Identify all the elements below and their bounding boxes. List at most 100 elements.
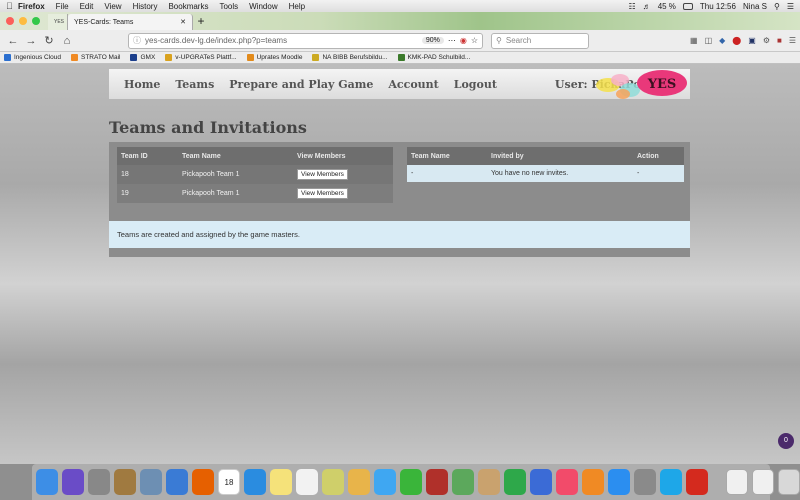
bookmark-item[interactable]: NA BIBB Berufsbildu... [312,54,388,61]
chat-badge[interactable]: 0 [778,433,794,449]
volume-icon[interactable]: ♬ [643,2,651,11]
trash-icon[interactable] [778,469,800,495]
clock[interactable]: Thu 12:56 [700,2,736,11]
back-icon[interactable]: ← [4,35,22,47]
url-bar[interactable]: ⓘ yes-cards.dev-lg.de/index.php?p=teams … [128,32,483,49]
app-store-icon[interactable] [608,469,630,495]
library-icon[interactable]: ▦ [690,36,698,45]
siri-icon[interactable] [62,469,84,495]
tab-close-icon[interactable]: ✕ [180,18,186,26]
zoom-window-icon[interactable] [32,17,40,25]
menu-history[interactable]: History [133,2,158,11]
bookmark-item[interactable]: STRATO Mail [70,54,120,61]
nav-account[interactable]: Account [388,78,438,91]
reminders-icon[interactable] [296,469,318,495]
adblock-icon[interactable]: ⬤ [732,36,741,45]
safari-icon[interactable] [244,469,266,495]
calendar-icon[interactable]: 18 [218,469,240,495]
photos-icon[interactable] [348,469,370,495]
site-navigation: Home Teams Prepare and Play Game Account… [109,69,690,99]
nav-prepare-and-play-game[interactable]: Prepare and Play Game [229,78,373,91]
books-icon[interactable] [582,469,604,495]
launchpad-icon[interactable] [88,469,110,495]
stickies-icon[interactable] [322,469,344,495]
menu-edit[interactable]: Edit [80,2,94,11]
site-info-icon[interactable]: ⓘ [133,35,141,46]
zoom-indicator[interactable]: 90% [421,37,444,44]
extension-2-icon[interactable]: ⚙ [763,36,770,45]
numbers-icon[interactable] [504,469,526,495]
teams-table: Team ID Team Name View Members 18 Pickap… [117,147,393,203]
battery-icon[interactable] [682,2,693,10]
new-tab-button[interactable]: + [193,14,209,30]
page-title: Teams and Invitations [109,118,307,137]
bookmark-item[interactable]: v-UPGRATeS Plattf... [165,54,237,61]
apple-menu-icon[interactable]:  [6,1,18,11]
nav-teams[interactable]: Teams [175,78,214,91]
search-icon: ⚲ [496,36,502,45]
menu-file[interactable]: File [56,2,69,11]
nav-home[interactable]: Home [124,78,160,91]
column-header-action: Action [633,147,684,165]
maps-icon[interactable] [452,469,474,495]
panel-footer [109,248,690,257]
view-members-button[interactable]: View Members [297,169,348,180]
notes-icon[interactable] [270,469,292,495]
minimize-window-icon[interactable] [19,17,27,25]
bookmark-item[interactable]: GMX [130,54,155,61]
document-icon[interactable] [726,469,748,495]
menu-bookmarks[interactable]: Bookmarks [168,2,208,11]
preview-icon[interactable] [140,469,162,495]
nav-logout[interactable]: Logout [454,78,497,91]
tab-pinned[interactable]: YES [48,14,68,30]
spotlight-icon[interactable]: ⚲ [774,2,780,11]
firefox-icon[interactable] [192,469,214,495]
hamburger-menu-icon[interactable]: ☰ [789,36,796,45]
music-icon[interactable] [556,469,578,495]
finder2-icon[interactable] [166,469,188,495]
document2-icon[interactable] [752,469,774,495]
facetime-icon[interactable] [400,469,422,495]
extension-icon[interactable]: ◆ [719,36,725,45]
wifi-icon[interactable]: ☷ [629,2,636,11]
reload-icon[interactable]: ↻ [40,34,58,47]
home-icon[interactable]: ⌂ [58,35,76,47]
search-input[interactable]: ⚲ Search [491,32,589,49]
notes-app-icon[interactable] [114,469,136,495]
bookmark-item[interactable]: Ingenious Cloud [4,54,61,61]
browser-toolbar: ← → ↻ ⌂ ⓘ yes-cards.dev-lg.de/index.php?… [0,30,800,52]
acrobat-icon[interactable] [686,469,708,495]
gmx-extension-icon[interactable]: ▣ [748,36,756,45]
team-id-cell: 19 [117,184,178,203]
bookmark-item[interactable]: Uprates Moodle [246,54,302,61]
user-name[interactable]: Nina S [743,2,767,11]
pocket-icon[interactable]: ◉ [460,36,467,45]
forward-icon[interactable]: → [22,35,40,47]
tab-yes-cards-teams[interactable]: YES-Cards: Teams ✕ [68,14,193,30]
extension-3-icon[interactable]: ■ [777,36,782,45]
finder-icon[interactable] [36,469,58,495]
menu-firefox[interactable]: Firefox [18,2,45,11]
sidebar-icon[interactable]: ◫ [705,36,713,45]
yes-logo[interactable]: YES [590,69,690,101]
menu-window[interactable]: Window [249,2,277,11]
table-row: - You have no new invites. - [407,165,684,182]
menu-help[interactable]: Help [289,2,305,11]
search-placeholder: Search [505,36,532,45]
keynote-icon[interactable] [530,469,552,495]
tab-label: YES-Cards: Teams [74,18,134,26]
menu-view[interactable]: View [104,2,121,11]
page-actions-icon[interactable]: ⋯ [448,36,456,45]
messages-icon[interactable] [374,469,396,495]
skype-icon[interactable] [660,469,682,495]
view-members-button[interactable]: View Members [297,188,348,199]
menu-tools[interactable]: Tools [219,2,238,11]
table-header-row: Team Name Invited by Action [407,147,684,165]
bookmark-item[interactable]: KMK-PAD Schulbild... [397,54,470,61]
contacts-icon[interactable] [478,469,500,495]
photo-booth-icon[interactable] [426,469,448,495]
system-preferences-icon[interactable] [634,469,656,495]
bookmark-star-icon[interactable]: ☆ [471,36,478,45]
close-window-icon[interactable] [6,17,14,25]
notification-center-icon[interactable]: ☰ [787,2,794,11]
